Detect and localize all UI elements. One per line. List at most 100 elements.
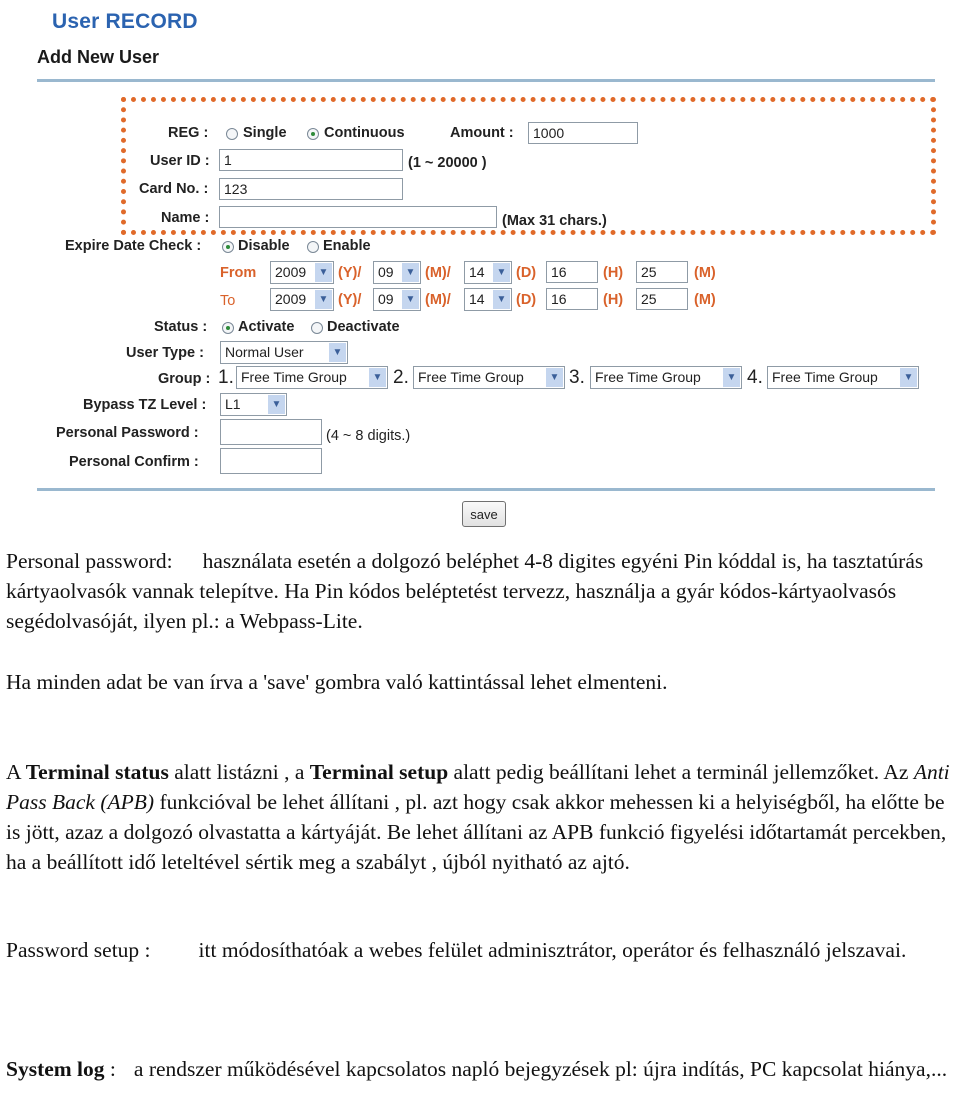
status-label: Status :: [154, 319, 208, 335]
amount-label: Amount :: [450, 125, 514, 141]
doc-paragraph-password-setup: Password setup : itt módosíthatóak a webe…: [6, 935, 956, 965]
group-3-select[interactable]: Free Time Group ▼: [590, 366, 742, 389]
to-day-value: 14: [469, 291, 485, 307]
term-system-log: System log: [6, 1057, 105, 1081]
bottom-divider: [37, 488, 935, 491]
doc-paragraph-save: Ha minden adat be van írva a 'save' gomb…: [6, 667, 956, 697]
from-minute-unit: (M): [694, 265, 716, 281]
group-4-value: Free Time Group: [772, 369, 878, 385]
card-no-label: Card No. :: [139, 181, 209, 197]
status-deactivate-label: Deactivate: [327, 319, 400, 335]
to-hour-input[interactable]: [546, 288, 598, 310]
group-2-select[interactable]: Free Time Group ▼: [413, 366, 565, 389]
to-year-select[interactable]: 2009 ▼: [270, 288, 334, 311]
personal-password-input[interactable]: [220, 419, 322, 445]
expire-check-label: Expire Date Check :: [65, 238, 202, 254]
expire-enable-label: Enable: [323, 238, 371, 254]
user-type-value: Normal User: [225, 344, 304, 360]
doc-paragraph-system-log: System log : a rendszer működésével kapcs…: [6, 1054, 956, 1084]
from-hour-unit: (H): [603, 265, 624, 281]
from-year-select[interactable]: 2009 ▼: [270, 261, 334, 284]
doc-paragraph-terminal: A Terminal status alatt listázni , a Ter…: [6, 757, 956, 877]
chevron-down-icon: ▼: [493, 263, 510, 282]
page-subtitle: Add New User: [37, 47, 160, 67]
from-year-value: 2009: [275, 264, 307, 280]
chevron-down-icon: ▼: [369, 368, 386, 387]
reg-continuous-label: Continuous: [324, 125, 405, 141]
password-setup-description: itt módosíthatóak a webes felület admini…: [198, 938, 907, 962]
chevron-down-icon: ▼: [402, 263, 419, 282]
chevron-down-icon: ▼: [900, 368, 917, 387]
group-1-number: 1.: [218, 367, 234, 388]
text-span: alatt listázni , a: [168, 760, 310, 784]
bypass-tz-select[interactable]: L1 ▼: [220, 393, 287, 416]
from-month-unit: (M)/: [425, 265, 451, 281]
expire-enable-radio[interactable]: [307, 241, 319, 253]
reg-single-label: Single: [243, 125, 287, 141]
from-year-unit: (Y)/: [338, 265, 362, 281]
expire-disable-radio[interactable]: [222, 241, 234, 253]
bypass-tz-label: Bypass TZ Level :: [83, 397, 207, 413]
group-4-select[interactable]: Free Time Group ▼: [767, 366, 919, 389]
chevron-down-icon: ▼: [546, 368, 563, 387]
user-id-input[interactable]: [219, 149, 403, 171]
term-terminal-setup: Terminal setup: [309, 760, 449, 784]
personal-confirm-input[interactable]: [220, 448, 322, 474]
group-label: Group :: [158, 371, 211, 387]
status-deactivate-radio[interactable]: [311, 322, 323, 334]
term-terminal-status: Terminal status: [25, 760, 169, 784]
chevron-down-icon: ▼: [268, 395, 285, 414]
to-year-value: 2009: [275, 291, 307, 307]
from-day-unit: (D): [516, 265, 537, 281]
user-record-screenshot: User RECORD Add New User REG : Single Co…: [0, 0, 960, 540]
user-id-hint: (1 ~ 20000 ): [408, 155, 487, 171]
chevron-down-icon: ▼: [402, 290, 419, 309]
doc-paragraph-personal-password: Personal password: használata esetén a do…: [6, 546, 956, 636]
reg-continuous-radio[interactable]: [307, 128, 319, 140]
expire-disable-label: Disable: [238, 238, 290, 254]
group-1-value: Free Time Group: [241, 369, 347, 385]
chevron-down-icon: ▼: [329, 343, 346, 362]
status-activate-label: Activate: [238, 319, 295, 335]
group-4-number: 4.: [747, 367, 763, 388]
amount-input[interactable]: [528, 122, 638, 144]
to-minute-input[interactable]: [636, 288, 688, 310]
from-hour-input[interactable]: [546, 261, 598, 283]
name-input[interactable]: [219, 206, 497, 228]
chevron-down-icon: ▼: [315, 290, 332, 309]
group-1-select[interactable]: Free Time Group ▼: [236, 366, 388, 389]
chevron-down-icon: ▼: [493, 290, 510, 309]
to-day-select[interactable]: 14 ▼: [464, 288, 512, 311]
from-month-select[interactable]: 09 ▼: [373, 261, 421, 284]
system-log-description: a rendszer működésével kapcsolatos napló…: [133, 1057, 948, 1081]
user-type-select[interactable]: Normal User ▼: [220, 341, 348, 364]
from-minute-input[interactable]: [636, 261, 688, 283]
group-3-value: Free Time Group: [595, 369, 701, 385]
from-month-value: 09: [378, 264, 394, 280]
to-year-unit: (Y)/: [338, 292, 362, 308]
to-minute-unit: (M): [694, 292, 716, 308]
save-button[interactable]: save: [462, 501, 506, 527]
status-activate-radio[interactable]: [222, 322, 234, 334]
to-month-value: 09: [378, 291, 394, 307]
to-month-select[interactable]: 09 ▼: [373, 288, 421, 311]
reg-single-radio[interactable]: [226, 128, 238, 140]
from-day-value: 14: [469, 264, 485, 280]
text-span: :: [104, 1057, 116, 1081]
group-3-number: 3.: [569, 367, 585, 388]
top-divider: [37, 79, 935, 82]
personal-password-label: Personal Password :: [56, 425, 199, 441]
name-hint: (Max 31 chars.): [502, 213, 607, 229]
from-day-select[interactable]: 14 ▼: [464, 261, 512, 284]
to-day-unit: (D): [516, 292, 537, 308]
term-password-setup: Password setup :: [6, 938, 151, 962]
from-label: From: [220, 265, 257, 281]
card-no-input[interactable]: [219, 178, 403, 200]
name-label: Name :: [161, 210, 210, 226]
chevron-down-icon: ▼: [723, 368, 740, 387]
personal-password-hint: (4 ~ 8 digits.): [326, 428, 411, 444]
text-span: A: [6, 760, 26, 784]
bypass-tz-value: L1: [225, 396, 241, 412]
reg-label: REG :: [168, 125, 209, 141]
to-label: To: [220, 293, 236, 309]
